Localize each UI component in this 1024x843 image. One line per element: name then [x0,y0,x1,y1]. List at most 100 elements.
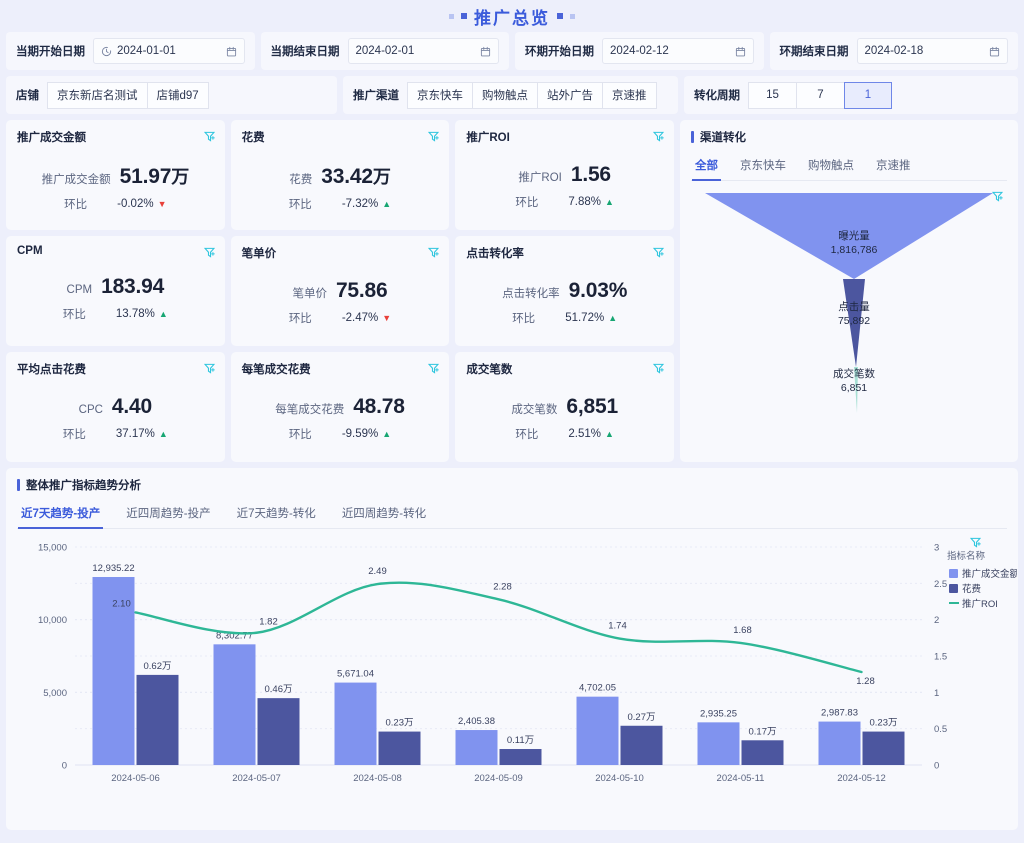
bar-cost [863,732,905,765]
cycle-option-15[interactable]: 15 [748,82,796,109]
shop-option-0[interactable]: 京东新店名测试 [47,82,147,109]
filter-icon[interactable] [992,189,1003,207]
filter-compare-end: 环期结束日期 2024-02-18 [770,32,1019,70]
date-value-current-end: 2024-02-01 [356,45,476,57]
delta-label: 环比 [289,310,312,326]
x-axis-tick: 2024-05-09 [474,773,523,784]
filter-icon[interactable] [653,361,664,379]
tab-trend-4w-roi[interactable]: 近四周趋势-投产 [126,505,210,528]
line-label-promo-roi: 1.28 [856,676,875,687]
calendar-icon[interactable] [735,46,746,57]
card-body: 推广ROI 1.56 环比 7.88%▲ [466,163,663,210]
channel-option-1[interactable]: 购物触点 [472,82,537,109]
funnel-chart-svg: 曝光量 1,816,786 点击量 75,892 成交笔数 6,851 [691,181,1007,421]
funnel-label-value-1: 75,892 [838,315,870,327]
x-axis-tick: 2024-05-07 [232,773,281,784]
channel-option-2[interactable]: 站外广告 [537,82,602,109]
tab-funnel-jdkc[interactable]: 京东快车 [740,157,786,180]
date-input-compare-end[interactable]: 2024-02-18 [857,38,1009,64]
metric-value: 4.40 [112,395,152,419]
bar-label-promo-gmv: 2,405.38 [458,716,495,727]
card-title: 成交笔数 [466,361,663,377]
cycle-option-7[interactable]: 7 [796,82,844,109]
trend-up-icon: ▲ [382,200,391,209]
card-title: 平均点击花费 [17,361,214,377]
card-title: 推广ROI [466,129,663,145]
metric-value: 183.94 [101,275,164,299]
delta-line: 环比 7.88%▲ [515,194,614,210]
metric-card: CPM CPM 183.94 环比 13.78%▲ [6,236,225,346]
y-axis-tick-left: 0 [62,761,67,772]
delta-line: 环比 -9.59%▲ [289,426,391,442]
channel-option-0[interactable]: 京东快车 [407,82,472,109]
date-input-current-end[interactable]: 2024-02-01 [348,38,500,64]
metric-card: 成交笔数 成交笔数 6,851 环比 2.51%▲ [455,352,674,462]
metric-value: 6,851 [566,395,618,419]
metric-line: CPM 183.94 [67,275,165,299]
card-body: 笔单价 75.86 环比 -2.47%▼ [242,279,439,326]
tab-trend-4w-conv[interactable]: 近四周趋势-转化 [342,505,426,528]
line-label-promo-roi: 1.74 [608,621,627,632]
bar-promo-gmv [214,644,256,765]
delta-value: -9.59%▲ [342,428,391,440]
filter-current-start: 当期开始日期 2024-01-01 [6,32,255,70]
filter-icon[interactable] [653,245,664,263]
cycle-option-1[interactable]: 1 [844,82,892,109]
line-label-promo-roi: 1.68 [733,625,752,636]
date-value-compare-end: 2024-02-18 [865,45,985,57]
filter-icon[interactable] [653,129,664,147]
tab-funnel-jst[interactable]: 京速推 [876,157,911,180]
calendar-icon[interactable] [480,46,491,57]
bar-label-promo-gmv: 4,702.05 [579,683,616,694]
metric-line: CPC 4.40 [79,395,152,419]
deco-square-right-outer [570,14,575,19]
filter-icon[interactable] [428,245,439,263]
y-axis-tick-right: 0 [934,761,939,772]
tab-trend-7d-conv[interactable]: 近7天趋势-转化 [237,505,316,528]
bar-label-cost: 0.17万 [749,726,777,737]
calendar-icon[interactable] [226,46,237,57]
y-axis-tick-right: 2 [934,615,939,626]
metric-name: CPM [67,284,93,296]
delta-label: 环比 [289,426,312,442]
filter-icon[interactable] [204,245,215,263]
deco-square-left-outer [449,14,454,19]
filter-icon[interactable] [204,129,215,147]
trend-panel: 整体推广指标趋势分析 近7天趋势-投产 近四周趋势-投产 近7天趋势-转化 近四… [6,468,1018,830]
line-label-promo-roi: 1.82 [259,617,278,628]
date-value-current-start: 2024-01-01 [117,45,221,57]
x-axis-tick: 2024-05-10 [595,773,644,784]
tab-trend-7d-roi[interactable]: 近7天趋势-投产 [21,505,100,528]
channel-option-3[interactable]: 京速推 [602,82,657,109]
date-value-compare-start: 2024-02-12 [610,45,730,57]
metric-line: 笔单价 75.86 [292,279,387,303]
metric-name: 点击转化率 [502,285,560,301]
tab-funnel-all[interactable]: 全部 [695,157,718,180]
date-input-compare-start[interactable]: 2024-02-12 [602,38,754,64]
metric-name: 成交笔数 [511,401,557,417]
date-input-current-start[interactable]: 2024-01-01 [93,38,245,64]
tab-funnel-gwcd[interactable]: 购物触点 [808,157,854,180]
delta-value: -0.02%▼ [117,198,166,210]
trend-up-icon: ▲ [605,198,614,207]
filter-icon[interactable] [428,129,439,147]
filter-icon[interactable] [970,535,981,553]
y-axis-tick-right: 2.5 [934,579,947,590]
filter-icon[interactable] [204,361,215,379]
bar-label-cost: 0.23万 [386,718,414,729]
shop-option-1[interactable]: 店铺d97 [147,82,209,109]
delta-value: 2.51%▲ [568,428,614,440]
bar-promo-gmv [819,722,861,765]
card-body: 推广成交金额 51.97万 环比 -0.02%▼ [17,163,214,212]
filter-label-current-end: 当期结束日期 [271,43,340,59]
filter-icon[interactable] [428,361,439,379]
metric-line: 推广成交金额 51.97万 [42,163,189,189]
filter-label-cycle: 转化周期 [694,87,740,103]
bar-cost [137,675,179,765]
card-title: 花费 [242,129,439,145]
metric-line: 推广ROI 1.56 [518,163,611,187]
trend-down-icon: ▼ [382,314,391,323]
calendar-icon[interactable] [989,46,1000,57]
card-title: 推广成交金额 [17,129,214,145]
metric-line: 点击转化率 9.03% [502,279,627,303]
